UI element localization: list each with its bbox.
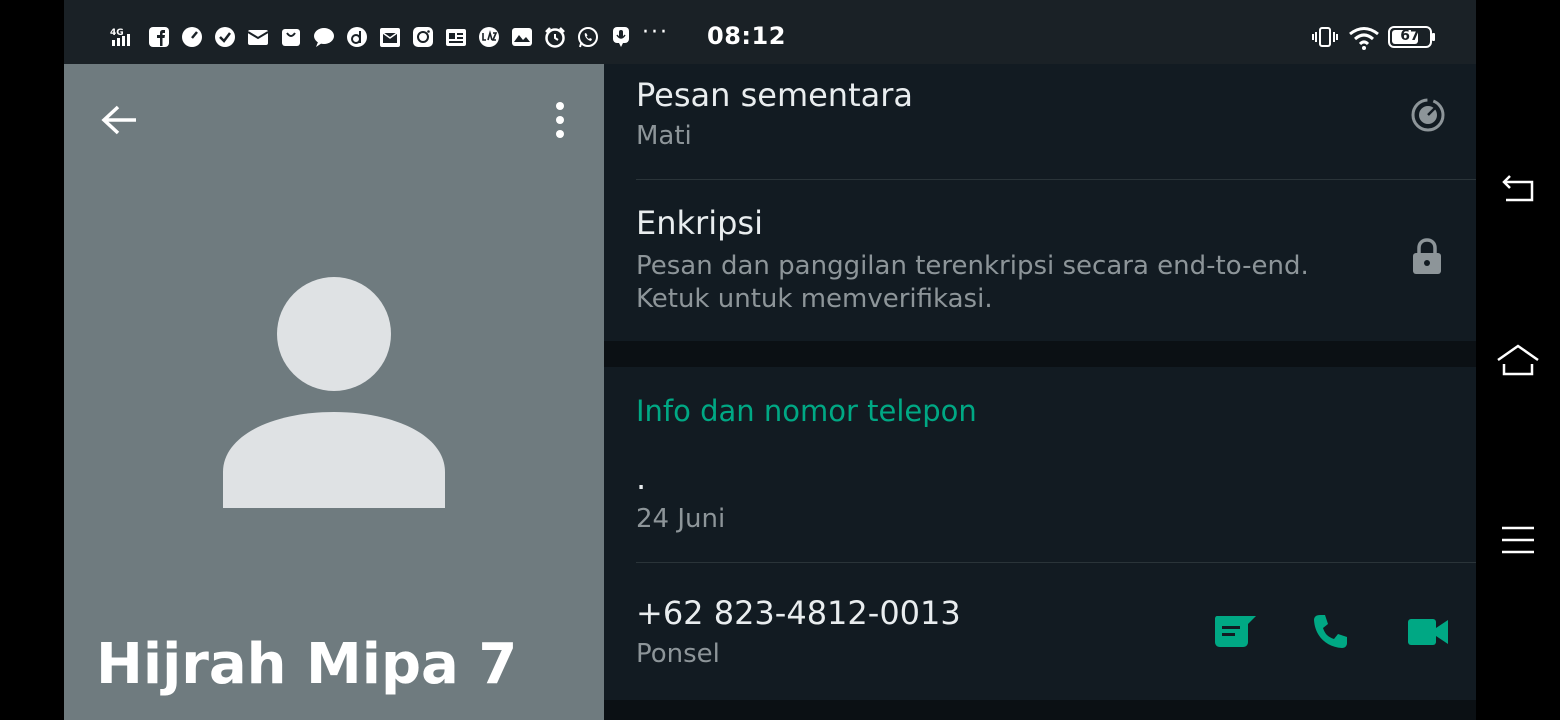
phone-icon xyxy=(1314,615,1347,648)
about-date: 24 Juni xyxy=(636,504,726,534)
signal-4g-icon: 4G xyxy=(110,26,132,48)
disappearing-messages-title: Pesan sementara xyxy=(636,76,913,114)
nav-recents-button[interactable] xyxy=(1496,518,1540,562)
lazada-icon xyxy=(478,26,500,48)
chat-bubble-icon xyxy=(313,26,335,48)
avatar[interactable] xyxy=(222,276,446,508)
section-gap xyxy=(604,700,1476,720)
navigation-bar xyxy=(1476,0,1560,720)
home-icon xyxy=(1497,344,1539,376)
svg-text:4G: 4G xyxy=(110,28,124,38)
alarm-icon xyxy=(544,26,566,48)
microphone-icon xyxy=(610,26,632,48)
news-icon xyxy=(445,26,467,48)
timer-icon xyxy=(1408,94,1448,134)
voice-call-button[interactable] xyxy=(1310,612,1350,652)
divider xyxy=(636,562,1476,563)
about-text: . xyxy=(636,459,647,497)
encryption-description: Pesan dan panggilan terenkripsi secara e… xyxy=(636,251,1309,314)
more-notifications-icon: ··· xyxy=(642,20,669,45)
encryption-title: Enkripsi xyxy=(636,204,763,242)
battery-icon: 67 xyxy=(1388,26,1436,48)
more-options-button[interactable] xyxy=(544,98,576,142)
section-gap xyxy=(604,341,1476,367)
contact-name: Hijrah Mipa 7 xyxy=(96,632,518,697)
message-button[interactable] xyxy=(1212,612,1260,652)
status-bar: 4G ··· 08:12 67 xyxy=(64,0,1476,64)
back-nav-icon xyxy=(1502,175,1534,202)
phone-row[interactable]: +62 823-4812-0013 Ponsel xyxy=(604,564,1476,698)
shopping-bag-icon xyxy=(280,26,302,48)
about-row[interactable]: . 24 Juni xyxy=(604,459,1476,561)
disappearing-messages-row[interactable]: Pesan sementara Mati xyxy=(604,64,1476,180)
speedometer-icon xyxy=(181,26,203,48)
contact-header: Hijrah Mipa 7 xyxy=(64,64,604,720)
check-circle-icon xyxy=(214,26,236,48)
wifi-icon xyxy=(1348,26,1380,50)
instagram-icon xyxy=(412,26,434,48)
nav-home-button[interactable] xyxy=(1496,338,1540,382)
phone-number: +62 823-4812-0013 xyxy=(636,594,961,632)
videocam-icon xyxy=(1408,619,1448,645)
status-time: 08:12 xyxy=(707,22,786,50)
disappearing-messages-status: Mati xyxy=(636,121,692,151)
lock-icon xyxy=(1410,236,1444,276)
nav-back-button[interactable] xyxy=(1496,168,1540,212)
battery-level: 67 xyxy=(1400,28,1420,44)
back-button[interactable] xyxy=(98,98,142,142)
default-person-icon xyxy=(223,277,445,508)
video-call-button[interactable] xyxy=(1406,614,1450,650)
contact-info-panel: Pesan sementara Mati Enkripsi Pesan dan … xyxy=(604,64,1476,720)
vibrate-icon xyxy=(1312,26,1338,48)
photo-icon xyxy=(511,26,533,48)
phone-type: Ponsel xyxy=(636,639,720,669)
menu-icon xyxy=(1502,526,1534,554)
encryption-row[interactable]: Enkripsi Pesan dan panggilan terenkripsi… xyxy=(604,180,1476,340)
arrow-left-icon xyxy=(101,105,136,135)
facebook-icon xyxy=(148,26,170,48)
whatsapp-icon xyxy=(577,26,599,48)
info-section-header: Info dan nomor telepon xyxy=(636,394,977,428)
mail-icon xyxy=(247,26,269,48)
dana-icon xyxy=(346,26,368,48)
more-vert-icon xyxy=(556,102,564,138)
message-icon xyxy=(1215,616,1256,647)
calendar-mail-icon xyxy=(379,26,401,48)
